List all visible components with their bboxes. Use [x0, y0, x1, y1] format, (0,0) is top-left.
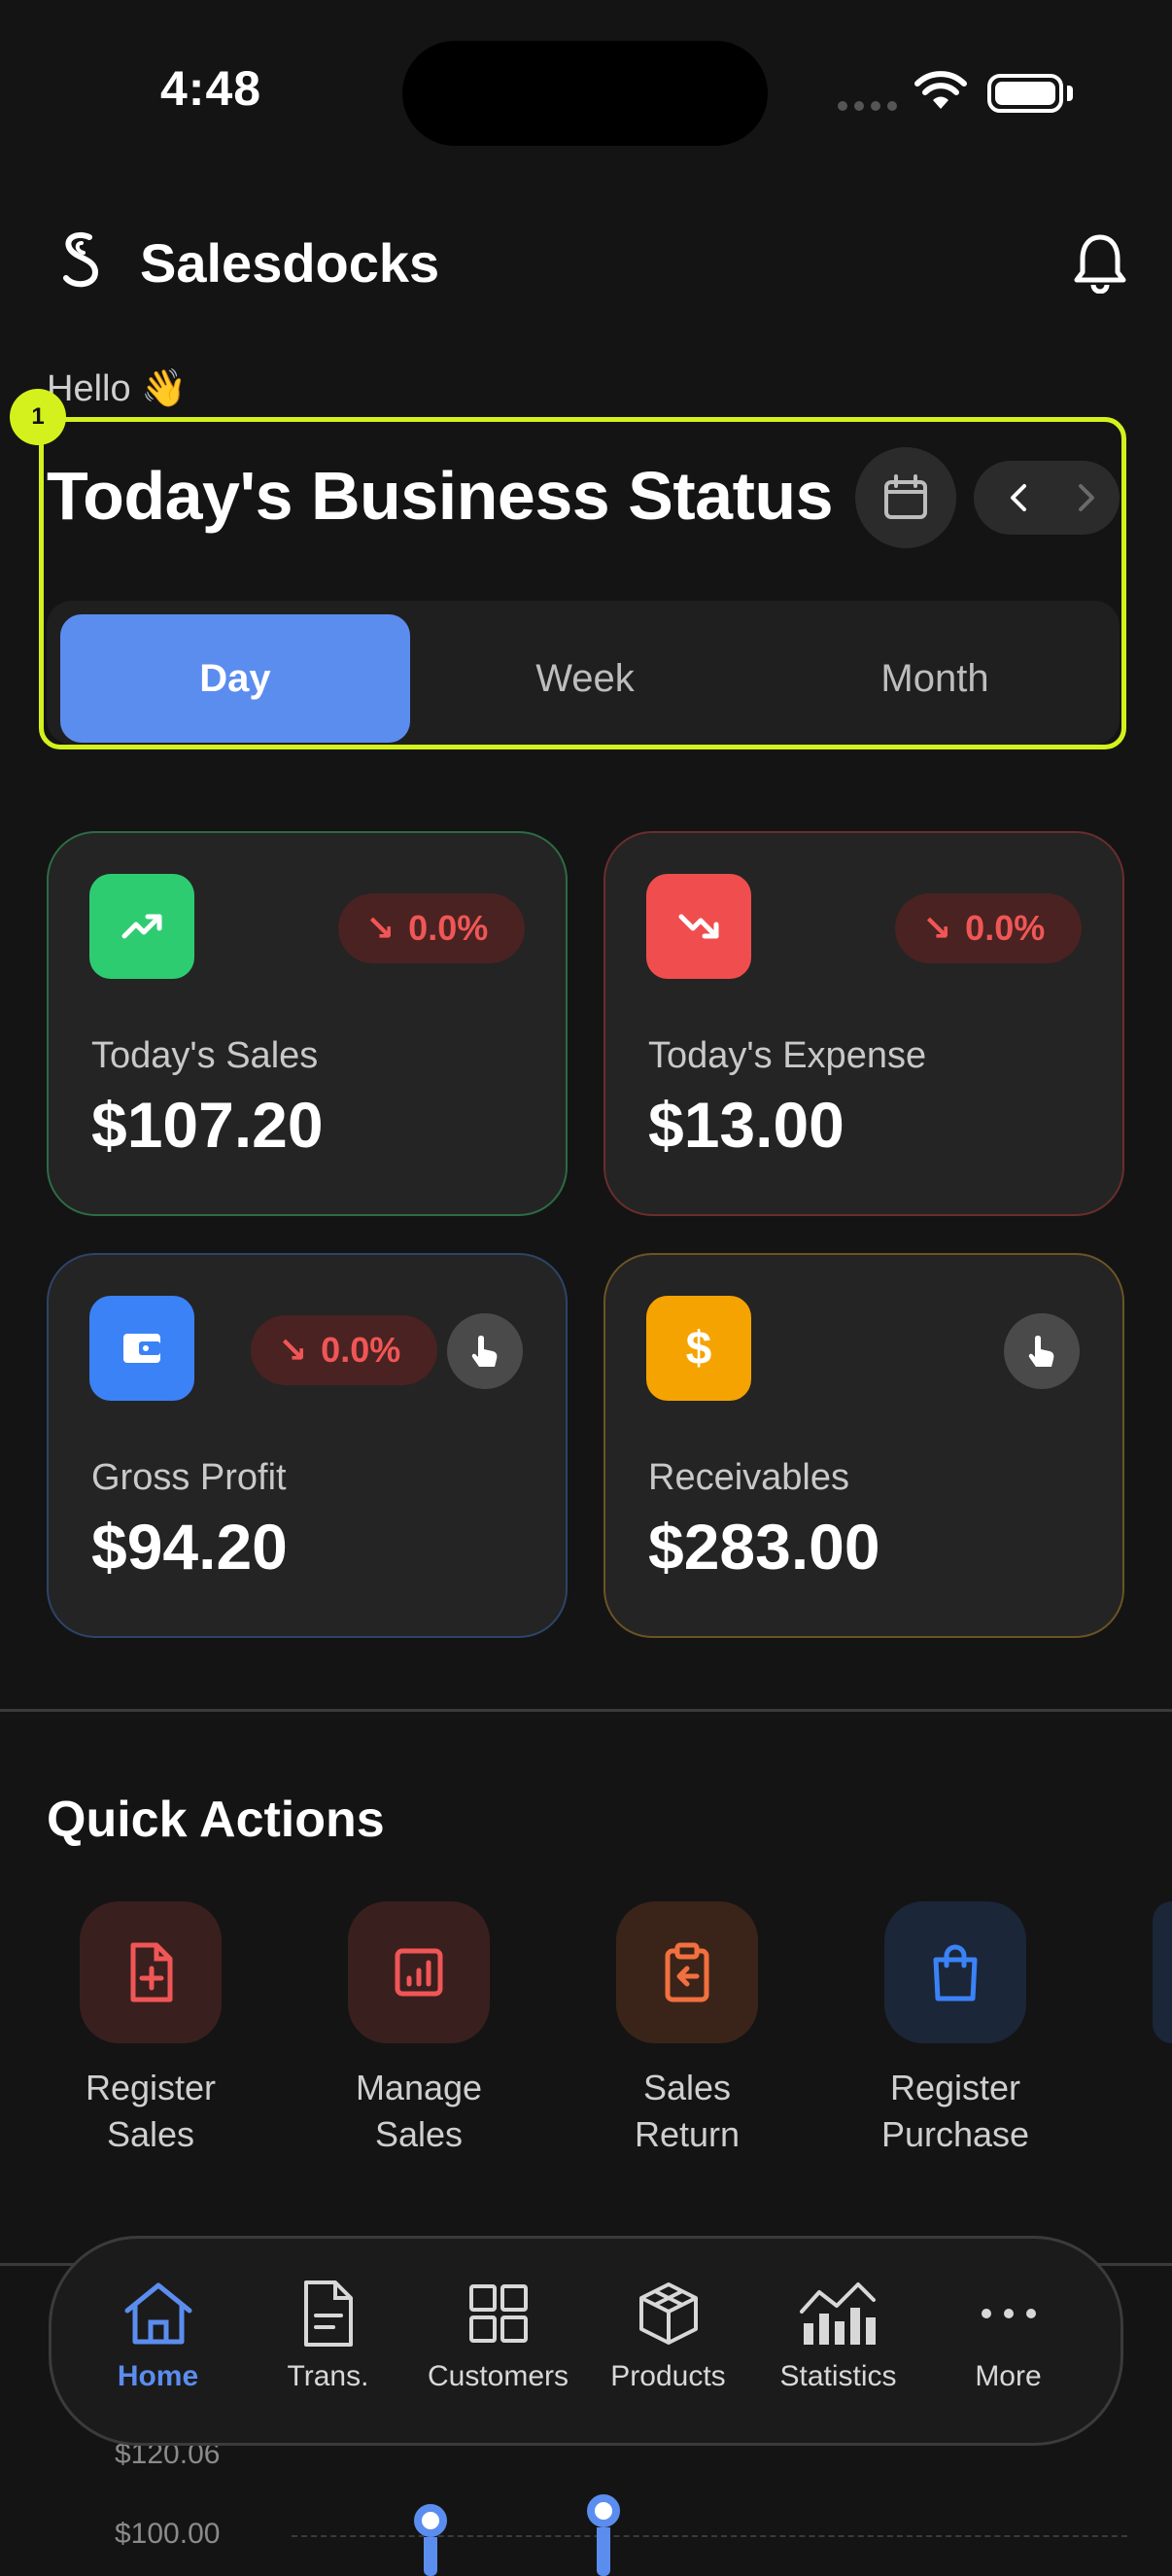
nav-label: Customers: [427, 2360, 569, 2392]
chart-point[interactable]: [587, 2494, 620, 2576]
arrow-down-right-icon: ↘: [278, 1330, 308, 1370]
highlight-frame: [39, 417, 1126, 749]
tap-hand-icon[interactable]: [447, 1313, 523, 1389]
expense-card[interactable]: ↘ 0.0% Today's Expense $13.00: [603, 831, 1124, 1216]
sales-card[interactable]: ↘ 0.0% Today's Sales $107.20: [47, 831, 568, 1216]
quick-action-label: Register Purchase: [880, 2068, 1030, 2154]
highlight-badge: 1: [10, 389, 66, 445]
grid-icon: [413, 2275, 583, 2352]
receivables-value: $283.00: [648, 1511, 880, 1583]
section-divider: [0, 1709, 1172, 1712]
shopping-bag-icon: [884, 1901, 1026, 2043]
nav-transactions[interactable]: Trans.: [243, 2275, 413, 2393]
receivables-card[interactable]: $ Receivables $283.00: [603, 1253, 1124, 1638]
nav-label: Home: [117, 2360, 199, 2392]
bar-chart-icon: [753, 2275, 923, 2352]
dollar-icon: $: [646, 1296, 751, 1401]
status-time: 4:48: [160, 61, 262, 116]
sales-change-badge: ↘ 0.0%: [338, 893, 525, 963]
sales-value: $107.20: [91, 1089, 324, 1161]
more-icon: [923, 2275, 1093, 2352]
gross-profit-label: Gross Profit: [91, 1457, 287, 1498]
nav-label: More: [975, 2360, 1042, 2392]
quick-actions-title: Quick Actions: [47, 1792, 385, 1848]
chart-point[interactable]: [414, 2504, 447, 2576]
wifi-icon: [913, 70, 968, 118]
receivables-label: Receivables: [648, 1457, 849, 1498]
quick-action-register-purchase[interactable]: Register Purchase: [821, 1901, 1089, 2158]
arrow-down-right-icon: ↘: [365, 908, 396, 948]
app-title: Salesdocks: [140, 232, 440, 294]
cellular-signal-icon: [838, 101, 897, 111]
battery-tip: [1067, 86, 1073, 101]
quick-action-partial[interactable]: [1153, 1901, 1172, 2043]
trending-up-icon: [89, 874, 194, 979]
quick-action-manage-sales[interactable]: Manage Sales: [285, 1901, 553, 2158]
nav-more[interactable]: More: [923, 2275, 1093, 2393]
expense-change-badge: ↘ 0.0%: [895, 893, 1082, 963]
nav-customers[interactable]: Customers: [413, 2275, 583, 2393]
box-icon: [583, 2275, 753, 2352]
trending-down-icon: [646, 874, 751, 979]
gross-profit-card[interactable]: ↘ 0.0% Gross Profit $94.20: [47, 1253, 568, 1638]
nav-label: Statistics: [779, 2360, 897, 2392]
sales-change-value: 0.0%: [408, 908, 489, 948]
nav-label: Products: [610, 2360, 726, 2392]
nav-home[interactable]: Home: [73, 2275, 243, 2393]
dynamic-island: [402, 41, 768, 146]
expense-change-value: 0.0%: [965, 908, 1046, 948]
quick-action-label: Manage Sales: [355, 2068, 483, 2154]
battery-icon: [987, 74, 1063, 113]
nav-products[interactable]: Products: [583, 2275, 753, 2393]
gross-profit-change-badge: ↘ 0.0%: [251, 1315, 437, 1385]
notification-bell-icon[interactable]: [1073, 231, 1127, 298]
chart-y-tick: $100.00: [115, 2518, 221, 2550]
wallet-icon: [89, 1296, 194, 1401]
arrow-down-right-icon: ↘: [922, 908, 952, 948]
salesdocks-logo-icon: [56, 229, 105, 296]
nav-statistics[interactable]: Statistics: [753, 2275, 923, 2393]
report-icon: [348, 1901, 490, 2043]
quick-action-label: Sales Return: [634, 2068, 741, 2154]
quick-action-sales-return[interactable]: Sales Return: [553, 1901, 821, 2158]
file-plus-icon: [80, 1901, 222, 2043]
greeting-text: Hello 👋: [47, 368, 188, 409]
quick-action-label: Register Sales: [85, 2068, 217, 2154]
expense-value: $13.00: [648, 1089, 845, 1161]
clipboard-return-icon: [616, 1901, 758, 2043]
quick-action-register-sales[interactable]: Register Sales: [17, 1901, 285, 2158]
nav-label: Trans.: [287, 2360, 369, 2392]
tap-hand-icon[interactable]: [1004, 1313, 1080, 1389]
gross-profit-value: $94.20: [91, 1511, 288, 1583]
gross-profit-change-value: 0.0%: [321, 1330, 401, 1370]
home-icon: [73, 2275, 243, 2352]
sales-label: Today's Sales: [91, 1035, 319, 1076]
document-icon: [243, 2275, 413, 2352]
expense-label: Today's Expense: [648, 1035, 927, 1076]
